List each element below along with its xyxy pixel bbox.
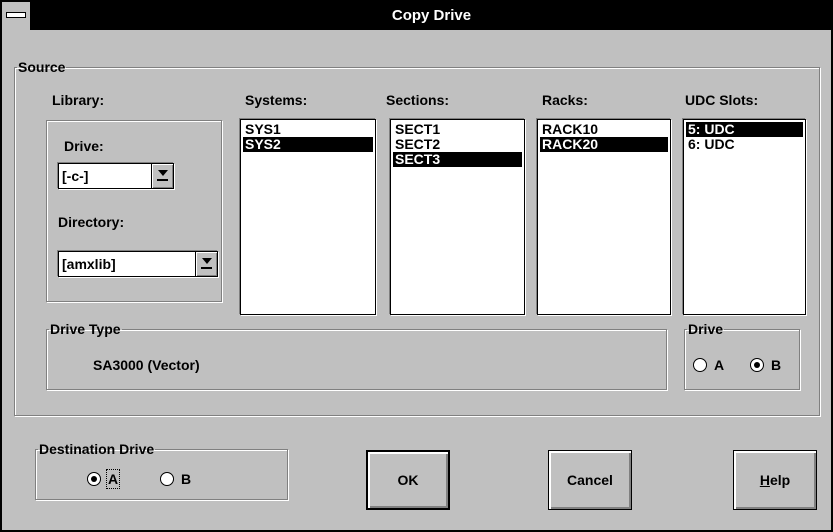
destination-radio-b-label: B	[181, 471, 192, 487]
drive-dropdown-button[interactable]	[151, 164, 173, 188]
list-item[interactable]: RACK20	[540, 137, 668, 152]
systems-list[interactable]: SYS1 SYS2	[240, 119, 376, 315]
copy-drive-dialog: Copy Drive Source Library: Drive: [-c-] …	[0, 0, 833, 532]
racks-list[interactable]: RACK10 RACK20	[537, 119, 671, 315]
racks-label: Racks:	[542, 92, 588, 108]
drive-type-legend: Drive Type	[50, 321, 121, 337]
directory-label: Directory:	[58, 214, 125, 230]
destination-radio-a[interactable]: A	[87, 469, 121, 489]
drive-combo[interactable]: [-c-]	[58, 163, 174, 189]
drive-legend: Drive	[688, 321, 724, 337]
help-label-rest: elp	[769, 472, 791, 488]
library-label: Library:	[52, 92, 105, 108]
udc-slots-label: UDC Slots:	[685, 92, 759, 108]
source-legend: Source	[18, 59, 66, 75]
radio-selected-icon	[87, 472, 101, 486]
sections-list[interactable]: SECT1 SECT2 SECT3	[390, 119, 525, 315]
udc-slots-list[interactable]: 5: UDC 6: UDC	[683, 119, 806, 315]
title-bar: Copy Drive	[2, 2, 831, 30]
drive-type-value: SA3000 (Vector)	[93, 357, 200, 373]
chevron-down-icon	[202, 258, 212, 264]
list-item[interactable]: SECT3	[393, 152, 522, 167]
radio-icon	[693, 358, 707, 372]
radio-selected-icon	[750, 358, 764, 372]
directory-combo[interactable]: [amxlib]	[58, 251, 218, 277]
system-menu-icon	[6, 12, 26, 18]
list-item[interactable]: SECT2	[393, 137, 522, 152]
drive-radio-b-label: B	[771, 357, 782, 373]
directory-combo-value: [amxlib]	[62, 256, 116, 272]
drive-radio-a[interactable]: A	[693, 356, 724, 374]
drive-radio-b[interactable]: B	[750, 356, 781, 374]
list-item[interactable]: SYS1	[243, 122, 373, 137]
list-item[interactable]: SECT1	[393, 122, 522, 137]
drive-type-group: Drive Type	[46, 322, 667, 390]
system-menu-button[interactable]	[2, 2, 32, 30]
list-item[interactable]: SYS2	[243, 137, 373, 152]
directory-dropdown-button[interactable]	[195, 252, 217, 276]
list-item[interactable]: 5: UDC	[686, 122, 803, 137]
list-item[interactable]: 6: UDC	[686, 137, 803, 152]
help-mnemonic: H	[759, 472, 770, 488]
drive-label: Drive:	[64, 138, 104, 154]
ok-button[interactable]: OK	[366, 450, 450, 510]
drive-radio-a-label: A	[714, 357, 725, 373]
chevron-down-icon	[158, 170, 168, 176]
help-button[interactable]: Help	[733, 450, 817, 510]
window-title: Copy Drive	[391, 7, 472, 24]
radio-icon	[160, 472, 174, 486]
destination-radio-b[interactable]: B	[160, 470, 191, 488]
destination-radio-a-label: A	[105, 469, 121, 489]
sections-label: Sections:	[386, 92, 450, 108]
list-item[interactable]: RACK10	[540, 122, 668, 137]
drive-combo-value: [-c-]	[62, 168, 89, 184]
destination-drive-legend: Destination Drive	[39, 441, 155, 457]
systems-label: Systems:	[245, 92, 308, 108]
cancel-button[interactable]: Cancel	[548, 450, 632, 510]
